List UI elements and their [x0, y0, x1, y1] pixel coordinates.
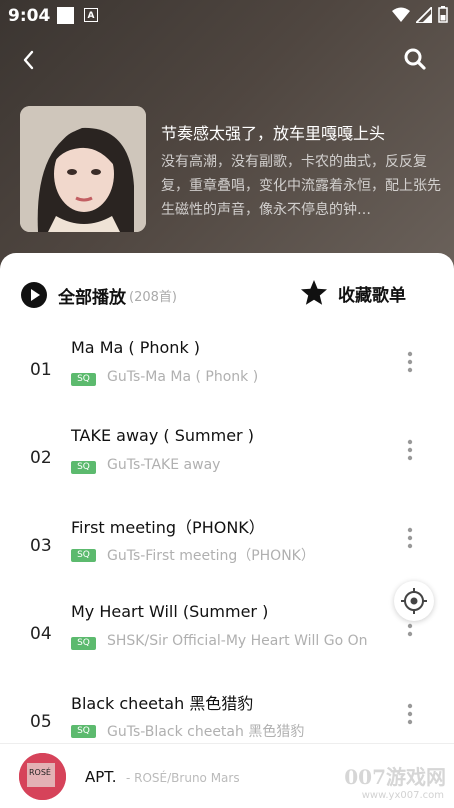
favorite-playlist-button[interactable]: 收藏歌单 — [300, 279, 406, 307]
cover-artist-text: ROSÉ — [29, 766, 51, 777]
locate-current-button[interactable] — [394, 581, 434, 621]
watermark-logo: 007游戏网 — [344, 765, 446, 789]
quality-badge: SQ — [71, 549, 96, 562]
more-options-icon[interactable] — [404, 526, 416, 550]
song-artist: GuTs-TAKE away — [107, 457, 221, 473]
wifi-icon — [392, 7, 410, 22]
play-circle-icon — [21, 282, 47, 308]
track-number: 03 — [30, 536, 52, 556]
more-options-icon[interactable] — [404, 438, 416, 462]
song-row[interactable]: 04 My Heart Will (Summer ) SQ SHSK/Sir O… — [0, 590, 454, 678]
track-number: 04 — [30, 624, 52, 644]
quality-badge: SQ — [71, 373, 96, 386]
search-icon[interactable] — [402, 46, 428, 72]
status-bar: 9:04 A — [0, 0, 454, 32]
more-options-icon[interactable] — [404, 702, 416, 726]
signal-icon — [416, 6, 432, 23]
song-title: First meeting（PHONK） — [71, 518, 265, 537]
play-all-button[interactable]: 全部播放 (208首) — [20, 281, 177, 309]
song-title: Ma Ma ( Phonk ) — [71, 338, 201, 357]
now-playing-artist: - ROSÉ/Bruno Mars — [126, 771, 240, 785]
track-number: 01 — [30, 360, 52, 380]
notification-icon — [57, 7, 74, 24]
back-icon[interactable] — [16, 46, 44, 74]
song-count: (208首) — [129, 289, 177, 305]
song-row[interactable]: 01 Ma Ma ( Phonk ) SQ GuTs-Ma Ma ( Phonk… — [0, 326, 454, 414]
song-title: Black cheetah 黑色猎豹 — [71, 694, 254, 713]
song-artist: GuTs-Ma Ma ( Phonk ) — [107, 369, 259, 385]
playlist-title: 节奏感太强了，放车里嘎嘎上头 — [161, 124, 386, 143]
song-title: My Heart Will (Summer ) — [71, 602, 269, 621]
watermark-url: www.yx007.com — [361, 790, 444, 801]
locate-icon — [401, 588, 427, 614]
favorite-label: 收藏歌单 — [338, 285, 406, 306]
star-icon — [301, 280, 327, 305]
quality-badge: SQ — [71, 725, 96, 738]
song-artist: SHSK/Sir Official-My Heart Will Go On — [107, 633, 368, 649]
now-playing-title: APT. — [85, 768, 117, 786]
more-options-icon[interactable] — [404, 350, 416, 374]
status-time: 9:04 — [8, 6, 51, 26]
play-all-label: 全部播放 — [58, 287, 126, 308]
quality-badge: SQ — [71, 461, 96, 474]
quality-badge: SQ — [71, 637, 96, 650]
track-number: 02 — [30, 448, 52, 468]
mini-player[interactable]: ROSÉ APT. - ROSÉ/Bruno Mars 007游戏网 www.y… — [0, 743, 454, 808]
now-playing-cover[interactable]: ROSÉ — [19, 753, 66, 800]
song-artist: GuTs-First meeting（PHONK） — [107, 548, 315, 564]
playlist-cover — [20, 106, 146, 232]
song-row[interactable]: 02 TAKE away ( Summer ) SQ GuTs-TAKE awa… — [0, 414, 454, 502]
song-artist: GuTs-Black cheetah 黑色猎豹 — [107, 724, 305, 740]
battery-icon — [438, 6, 448, 23]
app-notification-icon: A — [84, 8, 98, 22]
song-title: TAKE away ( Summer ) — [71, 426, 254, 445]
song-row[interactable]: 03 First meeting（PHONK） SQ GuTs-First me… — [0, 502, 454, 590]
playlist-description[interactable]: 没有高潮，没有副歌，卡农的曲式，反反复复，重章叠唱，变化中流露着永恒，配上张先生… — [161, 150, 441, 222]
